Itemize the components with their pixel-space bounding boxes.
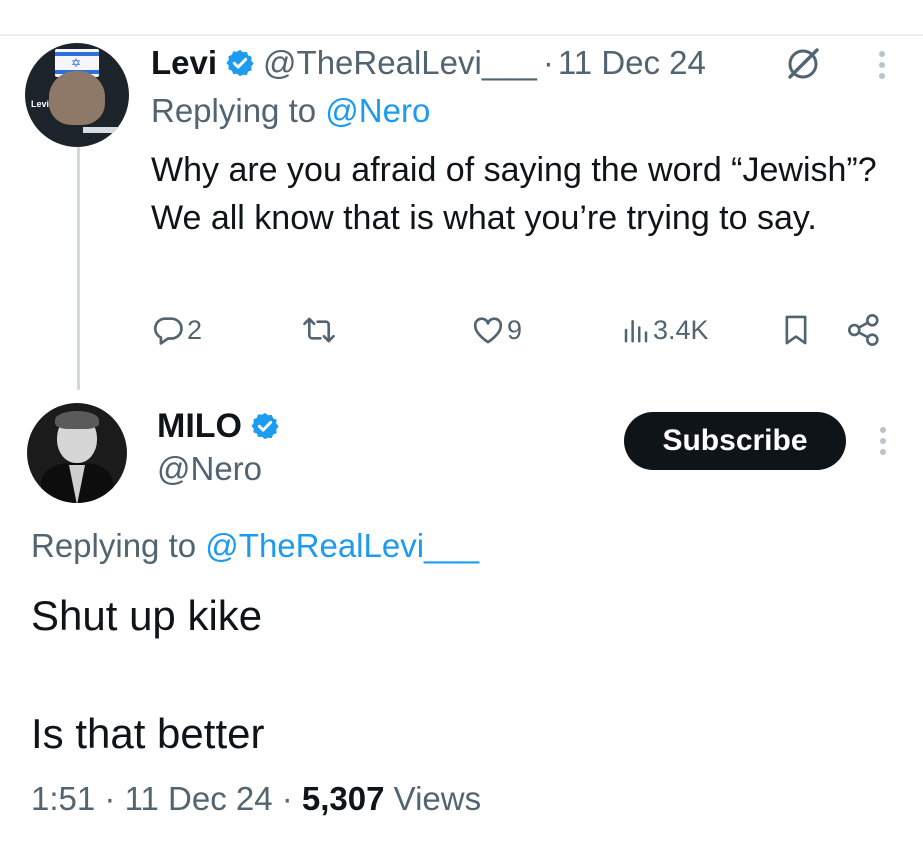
avatar-caption: Levi	[31, 99, 50, 109]
like-icon	[473, 317, 503, 344]
views-icon	[624, 320, 648, 343]
replying-to-link[interactable]: @TheRealLevi___	[205, 527, 479, 564]
replying-to: Replying to @TheRealLevi___	[31, 527, 479, 565]
more-options-icon[interactable]	[877, 424, 889, 458]
action-bar: 2 9 3.4K	[151, 308, 891, 352]
tweet-time[interactable]: 1:51	[31, 780, 95, 817]
avatar-levi[interactable]: ✡ Levi	[25, 43, 129, 147]
tweet-date[interactable]: 11 Dec 24	[125, 780, 273, 817]
more-options-icon[interactable]	[876, 48, 888, 82]
like-button[interactable]: 9	[471, 308, 522, 352]
author-handle[interactable]: @Nero	[157, 450, 262, 488]
replying-to-link[interactable]: @Nero	[325, 92, 430, 129]
share-icon	[848, 314, 879, 346]
reply-icon	[153, 317, 183, 345]
views-count[interactable]: 5,307	[302, 780, 385, 817]
tweet-meta: 1:51 · 11 Dec 24 · 5,307 Views	[31, 780, 481, 818]
views-button[interactable]: 3.4K	[621, 308, 709, 352]
share-button[interactable]	[846, 308, 882, 352]
replying-prefix: Replying to	[31, 527, 197, 564]
verified-badge-icon	[226, 49, 254, 77]
reply-button[interactable]: 2	[151, 308, 202, 352]
tweet-text: Why are you afraid of saying the word “J…	[151, 151, 877, 237]
bookmark-button[interactable]	[781, 308, 811, 352]
replying-to: Replying to @Nero	[151, 92, 430, 130]
separator-dot: ·	[104, 780, 116, 817]
reply-count: 2	[187, 314, 203, 345]
separator-dot: ·	[542, 44, 554, 81]
grok-icon[interactable]	[783, 44, 823, 84]
thread-connector-line	[77, 140, 80, 390]
replying-prefix: Replying to	[151, 92, 317, 129]
author-name[interactable]: Levi	[151, 44, 217, 82]
tweet-header: Levi @TheRealLevi___ · 11 Dec 24	[151, 40, 706, 86]
author-name[interactable]: MILO	[157, 407, 242, 446]
verified-badge-icon	[251, 412, 279, 440]
author-handle[interactable]: @TheRealLevi___	[263, 44, 537, 82]
subscribe-button[interactable]: Subscribe	[624, 412, 846, 470]
top-divider	[0, 34, 923, 36]
retweet-button[interactable]	[301, 308, 337, 352]
views-label: Views	[393, 780, 482, 817]
tweet-text-line-1: Shut up kike	[31, 592, 263, 639]
like-count: 9	[507, 314, 523, 345]
tweet-text-line-2: Is that better	[31, 710, 265, 757]
bookmark-icon	[785, 315, 807, 345]
views-count: 3.4K	[653, 314, 709, 345]
author-name-row: MILO	[157, 402, 288, 450]
separator-dot: ·	[281, 780, 293, 817]
tweet-date[interactable]: 11 Dec 24	[558, 44, 706, 82]
avatar-milo[interactable]	[27, 403, 127, 503]
retweet-icon	[303, 317, 335, 343]
